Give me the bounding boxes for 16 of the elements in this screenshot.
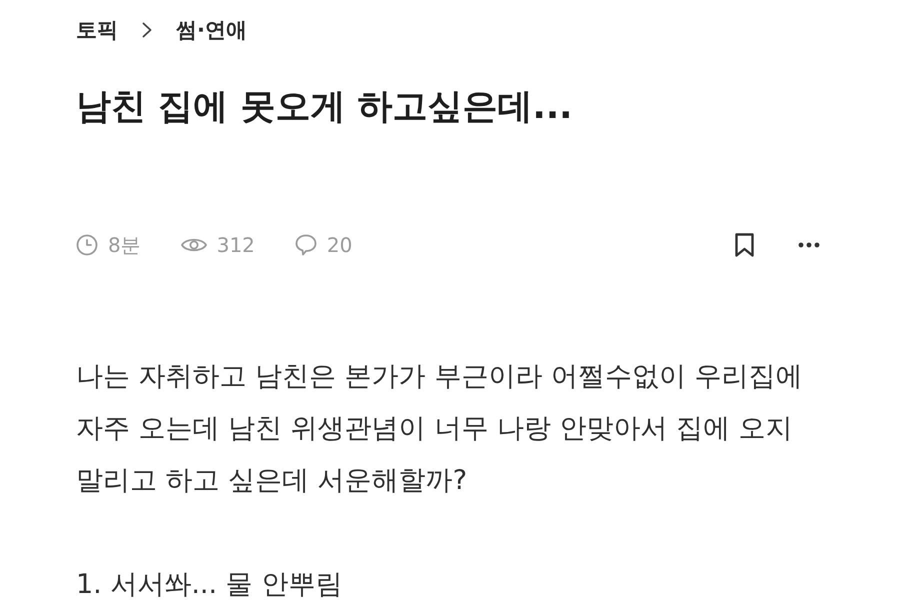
more-button[interactable] [798,242,820,248]
eye-icon [180,236,207,254]
post-paragraph: 나는 자취하고 남친은 본가가 부근이라 어쩔수없이 우리집에 자주 오는데 남친 위생관념이 너무 나랑 안맞아서 집에 오지 말리고 하고 싶은데 서운해할까? [76,360,802,498]
bookmark-button[interactable] [735,233,754,257]
speech-bubble-icon [294,234,317,256]
chevron-right-icon [142,22,152,38]
breadcrumb-link[interactable]: 토픽 [76,16,118,44]
post-paragraph: 1. 서서쏴... 물 안뿌림 [76,568,342,600]
post-title: 남친 집에 못오게 하고싶은데... [76,86,572,129]
clock-icon [76,234,98,256]
more-icon [798,242,820,248]
view-count: 312 [216,233,255,257]
bookmark-icon [735,233,754,257]
comment-count: 20 [326,233,352,257]
elapsed-time: 8분 [108,232,141,258]
breadcrumb-link[interactable]: 썸·연애 [176,16,247,44]
